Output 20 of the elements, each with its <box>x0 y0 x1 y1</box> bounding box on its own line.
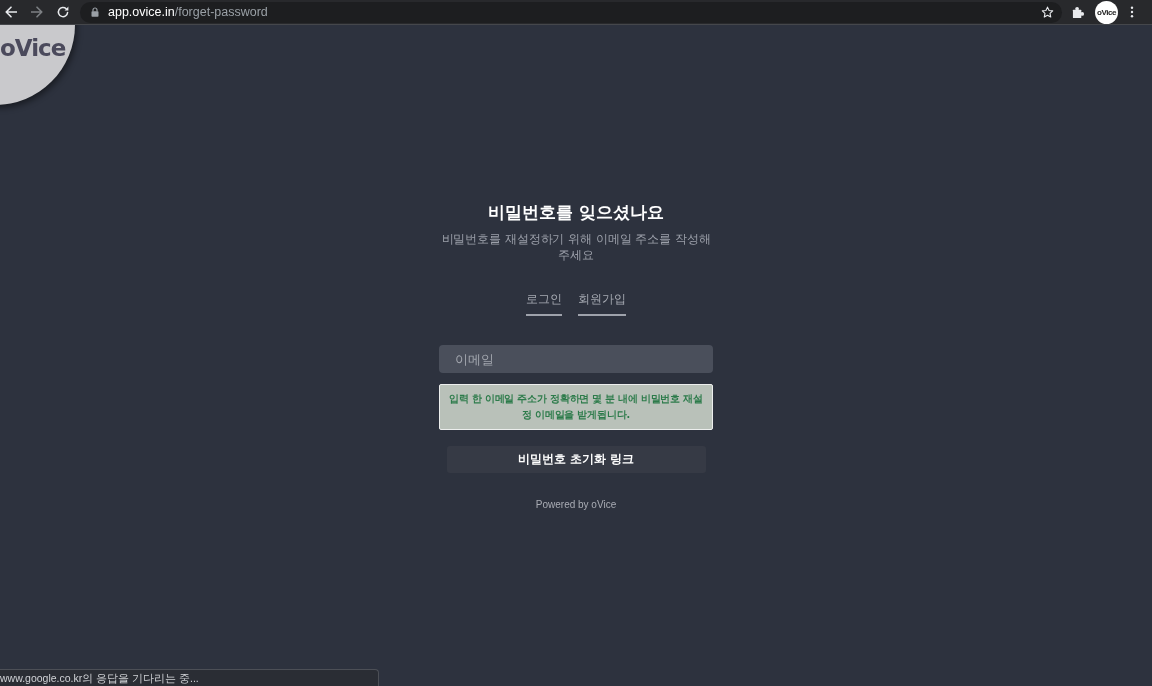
lock-icon <box>91 7 99 17</box>
bookmark-star-icon[interactable] <box>1041 5 1054 19</box>
powered-by-text: Powered by oVice <box>535 499 617 510</box>
page-title: 비밀번호를 잊으셨나요 <box>488 202 664 224</box>
menu-icon[interactable] <box>1130 6 1134 18</box>
reload-icon[interactable] <box>57 6 69 18</box>
profile-avatar[interactable]: oVice <box>1095 0 1118 24</box>
back-arrow-icon[interactable] <box>5 6 17 18</box>
logo-text: oVice <box>0 35 66 61</box>
logo-badge[interactable]: oVice <box>0 25 75 105</box>
page-subtitle: 비밀번호를 재설정하기 위해 이메일 주소를 작성해주세요 <box>440 231 712 263</box>
status-bubble: www.google.co.kr의 응답을 기다리는 중... <box>0 669 379 686</box>
tab[interactable]: 로그인 <box>526 291 562 316</box>
tab[interactable]: 회원가입 <box>578 291 626 316</box>
reset-link-button[interactable]: 비밀번호 초기화 링크 <box>446 446 706 473</box>
puzzle-piece-icon[interactable] <box>1072 5 1085 19</box>
notice-message: 입력 한 이메일 주소가 정확하면 몇 분 내에 비밀번호 재설정 이메일을 받게됩니다. <box>439 384 713 430</box>
email-field[interactable]: 이메일 <box>439 345 713 373</box>
url-text: app.ovice.in/forget-password <box>108 5 269 19</box>
address-bar[interactable]: app.ovice.in/forget-password <box>80 1 1062 23</box>
